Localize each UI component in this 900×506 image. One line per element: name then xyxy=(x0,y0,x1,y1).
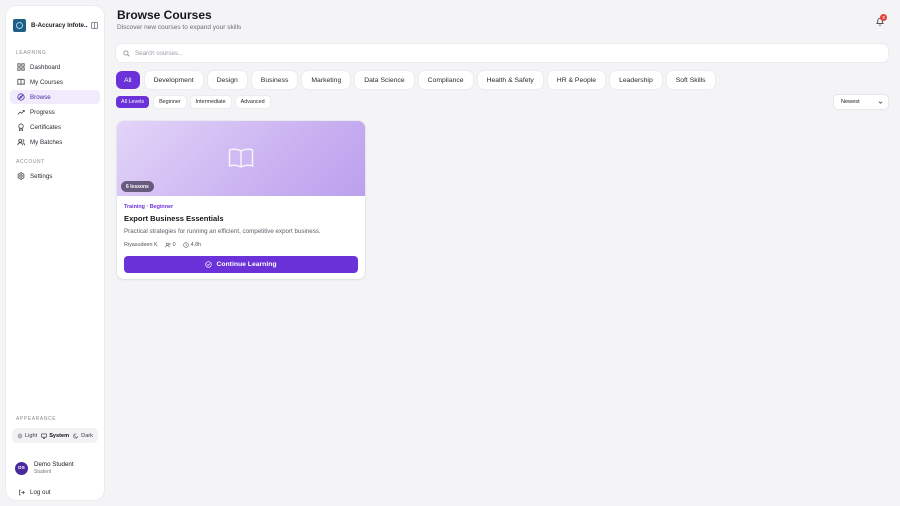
users-icon xyxy=(164,242,171,248)
course-card[interactable]: 6 lessons Training · Beginner Export Bus… xyxy=(117,121,365,279)
users-icon xyxy=(16,138,25,147)
category-tab-soft-skills[interactable]: Soft Skills xyxy=(666,71,715,89)
section-label-appearance: APPEARANCE xyxy=(16,416,57,422)
brand[interactable]: B-Accuracy Infote... xyxy=(13,14,101,36)
avatar: DS xyxy=(15,461,28,475)
sidebar-item-label: Dashboard xyxy=(30,63,61,71)
appearance-switcher: Light System Dark xyxy=(12,428,98,443)
check-circle-icon xyxy=(205,261,213,268)
section-label-learning: LEARNING xyxy=(16,50,47,56)
appearance-system-option[interactable]: System xyxy=(41,433,69,439)
sidebar-item-settings[interactable]: Settings xyxy=(10,169,100,183)
sidebar-item-label: My Courses xyxy=(30,78,64,86)
sidebar-item-my-courses[interactable]: My Courses xyxy=(10,75,100,89)
category-tab-development[interactable]: Development xyxy=(144,71,203,89)
level-filter-advanced[interactable]: Advanced xyxy=(235,96,270,108)
course-title: Export Business Essentials xyxy=(124,214,224,223)
enrolled-count: 0 xyxy=(164,242,176,248)
course-duration: 4.8h xyxy=(182,242,201,248)
course-category-level: Training · Beginner xyxy=(124,204,174,210)
category-tab-design[interactable]: Design xyxy=(207,71,247,89)
category-tab-marketing[interactable]: Marketing xyxy=(302,71,351,89)
compass-icon xyxy=(16,93,25,102)
category-tab-business[interactable]: Business xyxy=(251,71,298,89)
sidebar-item-label: Browse xyxy=(30,93,51,101)
sort-value: Newest xyxy=(841,99,860,105)
search-icon xyxy=(123,49,130,57)
sidebar-collapse-icon[interactable] xyxy=(91,21,98,29)
category-tab-health-safety[interactable]: Health & Safety xyxy=(477,71,543,89)
notification-badge: 3 xyxy=(880,14,887,21)
level-filter-beginner[interactable]: Beginner xyxy=(154,96,186,108)
search-bar xyxy=(116,44,888,62)
appearance-light-option[interactable]: Light xyxy=(17,433,37,439)
book-open-icon xyxy=(228,148,254,168)
level-filter-all[interactable]: All Levels xyxy=(116,96,150,108)
category-tab-compliance[interactable]: Compliance xyxy=(418,71,473,89)
logout-icon xyxy=(19,489,25,496)
clock-icon xyxy=(182,242,189,248)
user-profile[interactable]: DS Demo Student Student xyxy=(15,461,74,475)
category-tabs: All Development Design Business Marketin… xyxy=(116,71,715,89)
sidebar-item-label: Progress xyxy=(30,108,55,116)
sidebar: B-Accuracy Infote... LEARNING Dashboard … xyxy=(6,6,104,500)
grid-icon xyxy=(16,63,25,72)
book-open-icon xyxy=(16,78,25,87)
sidebar-item-label: Certificates xyxy=(30,123,61,131)
level-filters: All Levels Beginner Intermediate Advance… xyxy=(116,96,270,108)
page-subtitle: Discover new courses to expand your skil… xyxy=(117,24,242,31)
sidebar-item-my-batches[interactable]: My Batches xyxy=(10,135,100,149)
trending-up-icon xyxy=(16,108,25,117)
appearance-dark-option[interactable]: Dark xyxy=(73,433,93,439)
level-filter-intermediate[interactable]: Intermediate xyxy=(190,96,231,108)
monitor-icon xyxy=(41,433,47,439)
sort-select[interactable]: Newest xyxy=(834,95,888,109)
user-role: Student xyxy=(34,469,52,475)
sidebar-item-progress[interactable]: Progress xyxy=(10,105,100,119)
category-tab-data-science[interactable]: Data Science xyxy=(355,71,414,89)
continue-learning-button[interactable]: Continue Learning xyxy=(124,256,358,273)
category-tab-hr-people[interactable]: HR & People xyxy=(547,71,606,89)
category-tab-leadership[interactable]: Leadership xyxy=(610,71,662,89)
search-input[interactable] xyxy=(135,49,835,57)
sidebar-item-label: Settings xyxy=(30,172,53,180)
category-tab-all[interactable]: All xyxy=(116,71,140,89)
brand-logo xyxy=(13,18,26,32)
sidebar-item-dashboard[interactable]: Dashboard xyxy=(10,60,100,74)
course-description: Practical strategies for running an effi… xyxy=(124,228,321,235)
moon-icon xyxy=(73,433,79,438)
course-meta: Riyasudeen K 0 4.8h xyxy=(124,242,201,248)
section-label-account: ACCOUNT xyxy=(16,159,45,165)
sun-icon xyxy=(17,432,23,439)
gear-icon xyxy=(16,172,25,181)
chevron-down-icon xyxy=(878,100,883,104)
course-author: Riyasudeen K xyxy=(124,242,158,248)
lessons-badge: 6 lessons xyxy=(121,181,154,192)
page-title: Browse Courses xyxy=(117,8,212,22)
award-icon xyxy=(16,123,25,132)
notifications-button[interactable]: 3 xyxy=(873,14,887,28)
course-thumbnail: 6 lessons xyxy=(117,121,365,196)
sidebar-item-label: My Batches xyxy=(30,138,63,146)
brand-name: B-Accuracy Infote... xyxy=(31,21,88,29)
user-name: Demo Student xyxy=(34,461,74,468)
sidebar-item-browse[interactable]: Browse xyxy=(10,90,100,104)
sidebar-item-certificates[interactable]: Certificates xyxy=(10,120,100,134)
logout-button[interactable]: Log out xyxy=(18,489,51,496)
